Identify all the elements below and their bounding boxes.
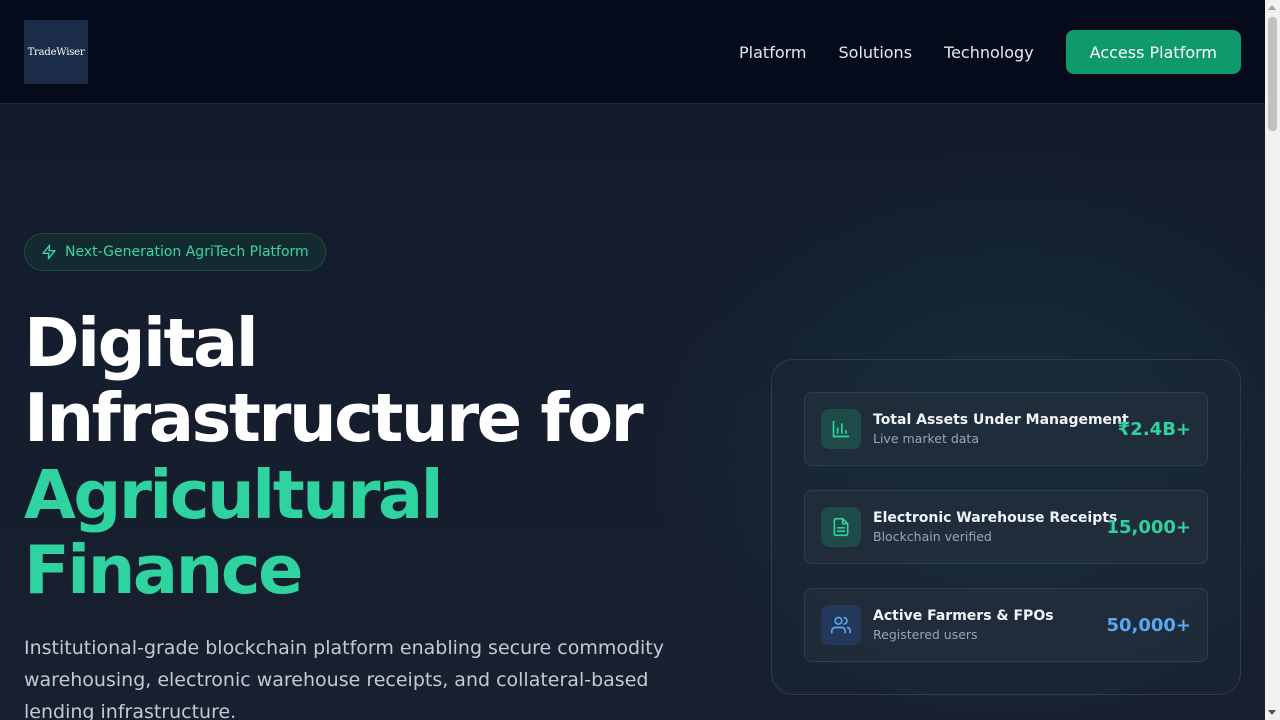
bar-chart-icon <box>832 420 850 438</box>
scroll-up-arrow-icon[interactable] <box>1268 5 1276 10</box>
page-scrollbar[interactable] <box>1265 0 1280 720</box>
stats-card: Total Assets Under Management Live marke… <box>771 359 1241 695</box>
stat-value: 50,000+ <box>1106 615 1191 636</box>
stat-subtitle: Registered users <box>873 627 978 642</box>
hero-title-line-1: Digital <box>24 304 259 382</box>
nav-link-solutions[interactable]: Solutions <box>839 43 913 62</box>
logo[interactable]: TradeWiser <box>24 20 88 84</box>
stat-title: Active Farmers & FPOs <box>873 608 1054 624</box>
scrollbar-thumb[interactable] <box>1268 17 1277 131</box>
top-navbar: TradeWiser Platform Solutions Technology… <box>0 0 1265 104</box>
stat-title: Total Assets Under Management <box>873 412 1129 428</box>
nav-link-platform[interactable]: Platform <box>739 43 806 62</box>
scroll-down-arrow-icon[interactable] <box>1268 710 1276 715</box>
hero-title-accent-line-1: Agricultural <box>24 456 444 534</box>
stat-icon-box <box>821 409 861 449</box>
document-icon <box>833 517 849 537</box>
stat-icon-box <box>821 507 861 547</box>
nav-link-technology[interactable]: Technology <box>944 43 1034 62</box>
hero-description: Institutional-grade blockchain platform … <box>24 637 664 720</box>
stat-icon-box <box>821 605 861 645</box>
stat-value: ₹2.4B+ <box>1117 419 1191 440</box>
stat-subtitle: Live market data <box>873 431 979 446</box>
badge-label: Next-Generation AgriTech Platform <box>65 244 309 260</box>
hero-title: Digital Infrastructure for Agricultural … <box>24 304 644 609</box>
page: TradeWiser Platform Solutions Technology… <box>0 0 1280 720</box>
hero-badge: Next-Generation AgriTech Platform <box>24 233 326 271</box>
stat-title: Electronic Warehouse Receipts <box>873 510 1118 526</box>
stat-active-farmers: Active Farmers & FPOs Registered users 5… <box>804 588 1208 662</box>
lightning-icon <box>42 244 56 260</box>
access-platform-label: Access Platform <box>1089 42 1217 62</box>
logo-text: TradeWiser <box>27 46 85 58</box>
hero-title-accent-line-2: Finance <box>24 531 304 609</box>
stat-warehouse-receipts: Electronic Warehouse Receipts Blockchain… <box>804 490 1208 564</box>
stat-subtitle: Blockchain verified <box>873 529 992 544</box>
main-nav: Platform Solutions Technology Access Pla… <box>739 30 1241 74</box>
hero-title-line-2: Infrastructure for <box>24 379 644 457</box>
stat-total-assets: Total Assets Under Management Live marke… <box>804 392 1208 466</box>
users-icon <box>831 616 851 634</box>
access-platform-button[interactable]: Access Platform <box>1065 30 1241 74</box>
stat-value: 15,000+ <box>1106 517 1191 538</box>
